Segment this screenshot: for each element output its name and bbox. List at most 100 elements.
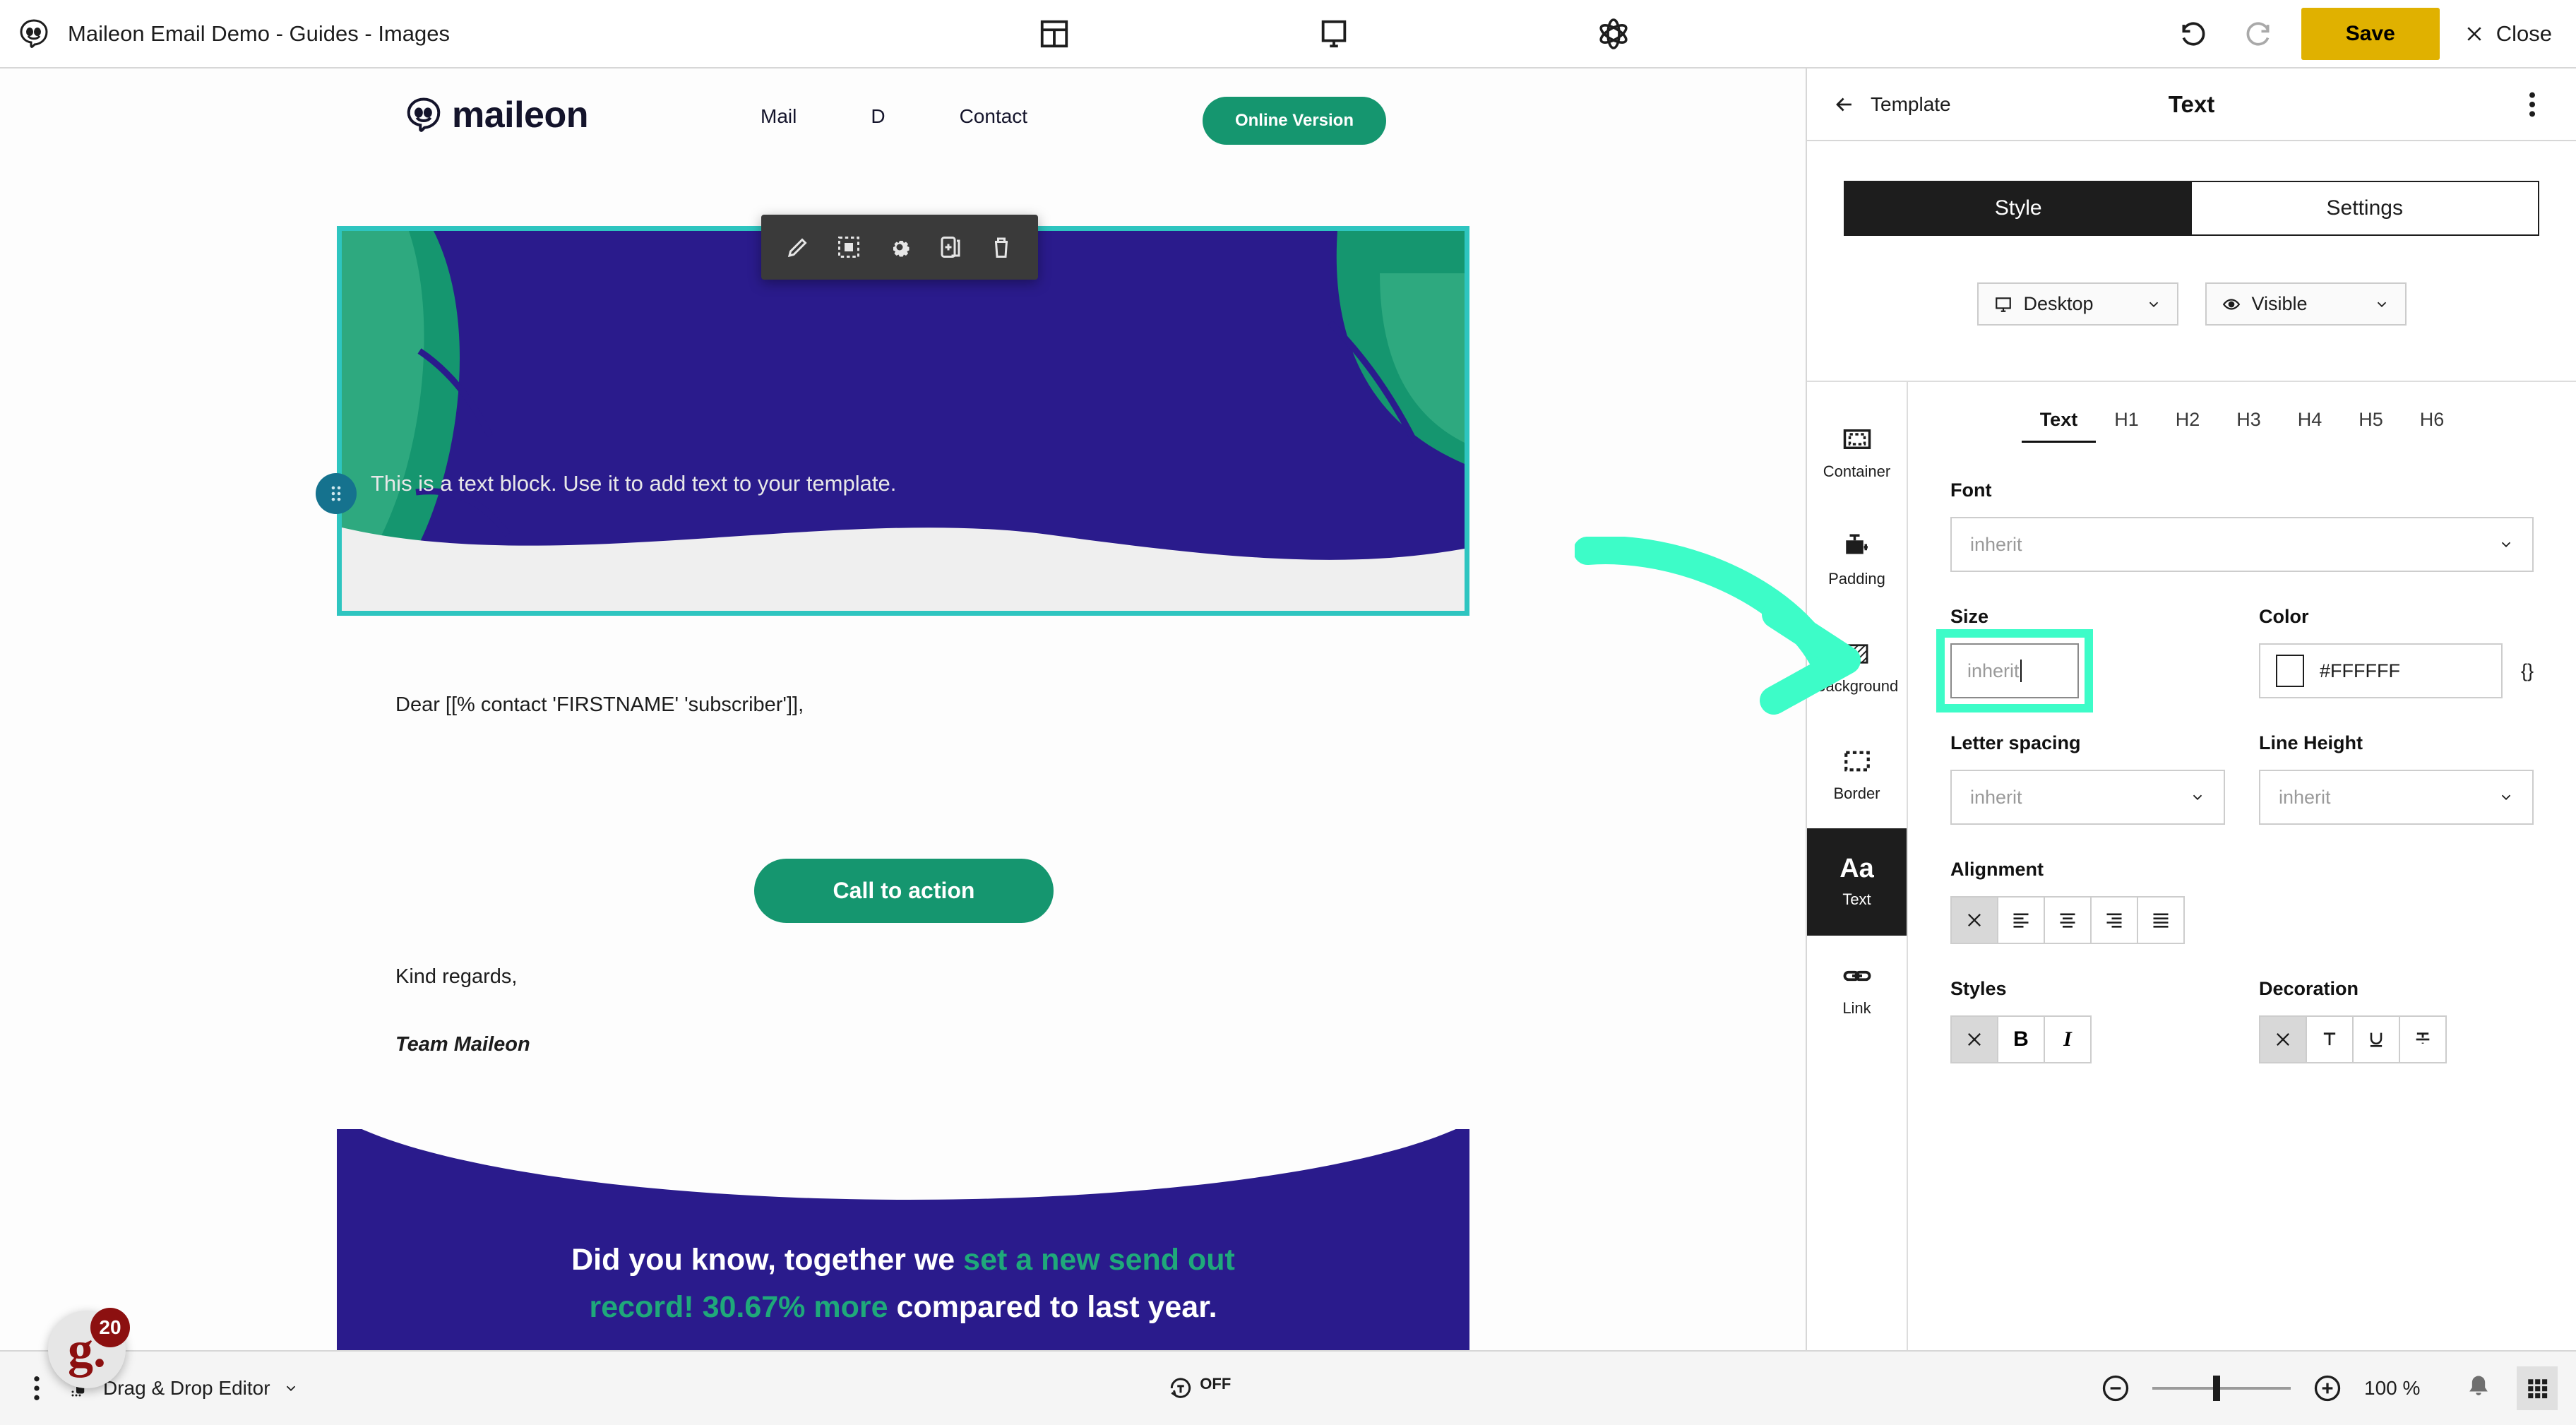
color-code-toggle[interactable]: {}: [2521, 660, 2534, 682]
style-none-button[interactable]: [1950, 1015, 1998, 1063]
font-select[interactable]: inherit: [1950, 517, 2534, 572]
zoom-slider-knob[interactable]: [2213, 1376, 2220, 1401]
zoom-out-button[interactable]: [2100, 1373, 2131, 1404]
heading-tab-h3[interactable]: H3: [2218, 405, 2279, 443]
zoom-slider[interactable]: [2152, 1376, 2291, 1401]
rail-item-text[interactable]: Aa Text: [1807, 828, 1907, 936]
align-justify-button[interactable]: [2137, 896, 2185, 944]
align-none-button[interactable]: [1950, 896, 1998, 944]
rail-item-background[interactable]: Background: [1807, 614, 1907, 721]
rail-item-border[interactable]: Border: [1807, 721, 1907, 828]
email-brand: maileon: [405, 94, 589, 136]
duplicate-block-icon[interactable]: [926, 223, 974, 271]
apps-grid-button[interactable]: [2517, 1366, 2558, 1410]
zoom-in-button[interactable]: [2312, 1373, 2343, 1404]
email-greeting[interactable]: Dear [[% contact 'FIRSTNAME' 'subscriber…: [395, 693, 804, 717]
line-height-select[interactable]: inherit: [2259, 770, 2534, 825]
call-to-action-button[interactable]: Call to action: [754, 859, 1054, 923]
decoration-none-icon: [2277, 1033, 2289, 1046]
email-closing[interactable]: Kind regards,: [395, 965, 518, 989]
apps-grid-icon: [2528, 1379, 2548, 1399]
save-button[interactable]: Save: [2301, 7, 2440, 60]
color-swatch[interactable]: [2276, 655, 2304, 687]
tab-style[interactable]: Style: [1845, 182, 2192, 234]
alignment-button-group: [1950, 896, 2534, 944]
underline-button[interactable]: [2352, 1015, 2400, 1063]
rail-item-link[interactable]: Link: [1807, 936, 1907, 1043]
kebab-menu-icon[interactable]: [24, 1372, 49, 1405]
select-block-icon[interactable]: [825, 223, 873, 271]
bell-glyph: [2469, 1376, 2488, 1395]
align-left-button[interactable]: [1997, 896, 2045, 944]
visibility-select[interactable]: Visible: [2205, 282, 2407, 326]
overline-button[interactable]: [2306, 1015, 2354, 1063]
visibility-select-value: Visible: [2251, 293, 2308, 314]
color-input[interactable]: #FFFFFF: [2259, 643, 2503, 698]
help-assistant-badge[interactable]: g. 20: [48, 1308, 130, 1388]
gear-settings-icon[interactable]: [876, 223, 924, 271]
email-signature[interactable]: Team Maileon: [395, 1033, 530, 1056]
decoration-none-button[interactable]: [2259, 1015, 2307, 1063]
rail-item-padding[interactable]: Padding: [1807, 506, 1907, 614]
heading-tab-h6[interactable]: H6: [2402, 405, 2463, 443]
heading-tab-h5[interactable]: H5: [2340, 405, 2402, 443]
heading-level-tabs: Text H1 H2 H3 H4 H5 H6: [1950, 405, 2534, 443]
text-style-pane: Text H1 H2 H3 H4 H5 H6 Font inherit Size…: [1908, 382, 2576, 1350]
device-select[interactable]: Desktop: [1976, 282, 2178, 326]
notifications-bell-icon[interactable]: [2463, 1372, 2496, 1405]
hero-text-block[interactable]: This is a text block. Use it to add text…: [371, 471, 896, 496]
chevron-down-icon: [286, 1385, 295, 1392]
help-badge-count: 20: [90, 1308, 130, 1347]
letter-spacing-select[interactable]: inherit: [1950, 770, 2225, 825]
autosave-toggle[interactable]: OFF: [1167, 1375, 1231, 1402]
size-input[interactable]: inherit: [1950, 643, 2079, 698]
heading-tab-h1[interactable]: H1: [2096, 405, 2157, 443]
email-canvas[interactable]: maileon Mail D Contact Online Version Th…: [0, 68, 1806, 1350]
email-nav-item-2[interactable]: D: [871, 105, 885, 128]
styles-decoration-row: Styles B I Decoration: [1950, 978, 2534, 1063]
desktop-preview-icon[interactable]: [1314, 14, 1354, 54]
hero-image-block[interactable]: [337, 226, 1469, 616]
online-version-button[interactable]: Online Version: [1202, 97, 1386, 145]
undo-icon[interactable]: [2174, 14, 2214, 54]
back-to-template-link[interactable]: Template: [1832, 93, 1951, 117]
bottombar-left-group: Drag & Drop Editor: [0, 1372, 299, 1405]
block-drag-handle[interactable]: [316, 473, 357, 514]
panel-kebab-menu-icon[interactable]: [2514, 86, 2551, 123]
decoration-group: Decoration: [2259, 978, 2534, 1063]
close-label: Close: [2496, 20, 2552, 46]
hero-artwork: [342, 231, 1465, 611]
email-promo-banner[interactable]: Did you know, together we set a new send…: [337, 1129, 1469, 1350]
close-button[interactable]: Close: [2464, 21, 2552, 47]
brand-name: maileon: [452, 95, 589, 136]
container-icon: [1843, 429, 1871, 449]
heading-tab-h4[interactable]: H4: [2279, 405, 2341, 443]
strikethrough-button[interactable]: [2399, 1015, 2447, 1063]
banner-line2-highlight: record! 30.67% more: [589, 1289, 888, 1324]
line-height-group: Line Height inherit: [2259, 732, 2534, 825]
redo-icon[interactable]: [2238, 14, 2277, 54]
revert-text-icon: [1171, 1378, 1191, 1398]
monitor-icon: [1995, 297, 2011, 312]
topbar-right-group: Save Close: [2174, 7, 2576, 60]
styles-label: Styles: [1950, 978, 2007, 999]
email-nav-item-1[interactable]: Mail: [761, 105, 797, 128]
color-field-group: Color #FFFFFF {}: [2259, 606, 2534, 698]
bold-button[interactable]: B: [1997, 1015, 2045, 1063]
tab-settings[interactable]: Settings: [2191, 182, 2538, 234]
topbar-left-group: Maileon Email Demo - Guides - Images: [0, 18, 494, 49]
heading-tab-text[interactable]: Text: [2021, 405, 2097, 443]
delete-trash-icon[interactable]: [977, 223, 1025, 271]
font-select-value: inherit: [1970, 533, 2022, 555]
align-center-button[interactable]: [2044, 896, 2092, 944]
text-caret: [2020, 660, 2022, 682]
layout-blocks-icon[interactable]: [1034, 14, 1074, 54]
edit-pencil-icon[interactable]: [774, 223, 822, 271]
atom-settings-icon[interactable]: [1594, 14, 1633, 54]
rail-item-container[interactable]: Container: [1807, 399, 1907, 506]
align-right-button[interactable]: [2090, 896, 2138, 944]
email-nav-item-3[interactable]: Contact: [960, 105, 1028, 128]
heading-tab-h2[interactable]: H2: [2157, 405, 2219, 443]
italic-button[interactable]: I: [2044, 1015, 2092, 1063]
panel-context-selects: Desktop Visible: [1807, 282, 2576, 326]
